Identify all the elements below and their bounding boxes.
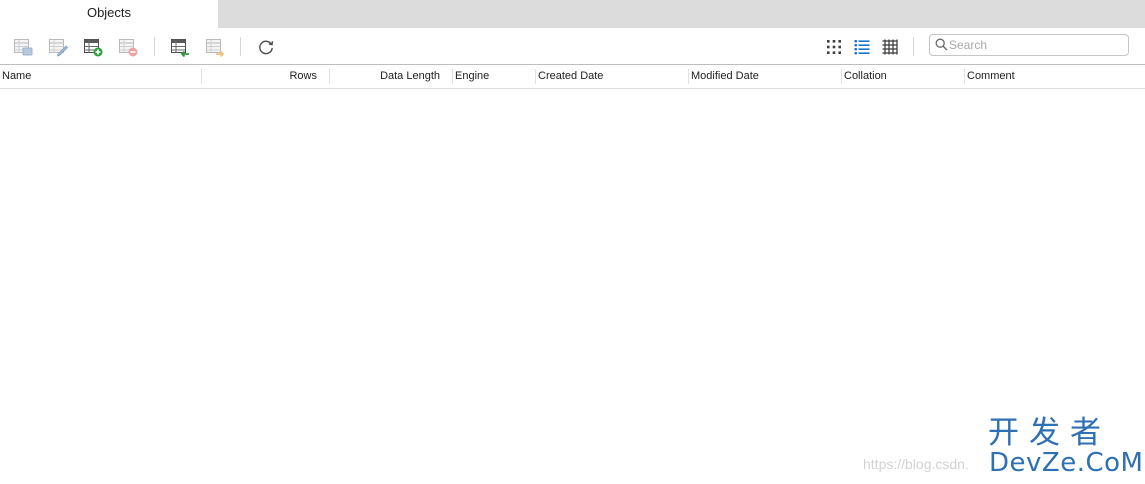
- column-divider[interactable]: [688, 69, 689, 84]
- watermark-brand-en: DevZe.CoM: [989, 448, 1144, 478]
- list-view-icon: [854, 40, 870, 55]
- table-header: Name Rows Data Length Engine Created Dat…: [0, 65, 1145, 89]
- tab-bar: Objects: [0, 0, 1145, 28]
- column-header-comment[interactable]: Comment: [967, 65, 1137, 88]
- import-wizard-icon: [171, 39, 189, 57]
- open-table-button[interactable]: [13, 37, 33, 57]
- refresh-icon: [259, 40, 274, 55]
- list-view-button[interactable]: [852, 37, 872, 57]
- search-box: [929, 34, 1129, 56]
- watermark-brand-cn: 开发者: [988, 415, 1111, 451]
- toolbar-separator: [913, 37, 914, 56]
- open-table-icon: [14, 39, 33, 56]
- new-table-button[interactable]: [83, 37, 103, 57]
- detail-view-icon: [882, 39, 898, 55]
- export-wizard-button[interactable]: [205, 37, 225, 57]
- grid-view-icon: [827, 40, 841, 54]
- column-header-name[interactable]: Name: [2, 65, 197, 88]
- column-header-collation[interactable]: Collation: [844, 65, 962, 88]
- search-icon: [935, 38, 948, 51]
- column-header-modified-date[interactable]: Modified Date: [691, 65, 839, 88]
- column-header-rows[interactable]: Rows: [204, 65, 317, 88]
- toolbar-separator: [240, 37, 241, 56]
- table-body[interactable]: [0, 89, 1145, 484]
- column-divider[interactable]: [452, 69, 453, 84]
- column-divider[interactable]: [201, 69, 202, 84]
- design-table-icon: [49, 39, 68, 57]
- grid-view-button[interactable]: [824, 37, 844, 57]
- search-input[interactable]: [949, 36, 1121, 54]
- detail-view-button[interactable]: [880, 37, 900, 57]
- column-divider[interactable]: [535, 69, 536, 84]
- tab-objects[interactable]: Objects: [0, 0, 218, 28]
- import-wizard-button[interactable]: [170, 37, 190, 57]
- toolbar-separator: [154, 37, 155, 56]
- column-header-data-length[interactable]: Data Length: [332, 65, 440, 88]
- column-divider[interactable]: [329, 69, 330, 84]
- delete-table-button[interactable]: [118, 37, 138, 57]
- refresh-button[interactable]: [256, 37, 276, 57]
- column-divider[interactable]: [964, 69, 965, 84]
- toolbar: [0, 28, 1145, 65]
- export-wizard-icon: [206, 39, 225, 57]
- new-table-icon: [84, 39, 103, 57]
- column-divider[interactable]: [841, 69, 842, 84]
- watermark-url: https://blog.csdn.: [863, 456, 969, 472]
- delete-table-icon: [119, 39, 138, 57]
- column-header-created-date[interactable]: Created Date: [538, 65, 686, 88]
- design-table-button[interactable]: [48, 37, 68, 57]
- column-header-engine[interactable]: Engine: [455, 65, 533, 88]
